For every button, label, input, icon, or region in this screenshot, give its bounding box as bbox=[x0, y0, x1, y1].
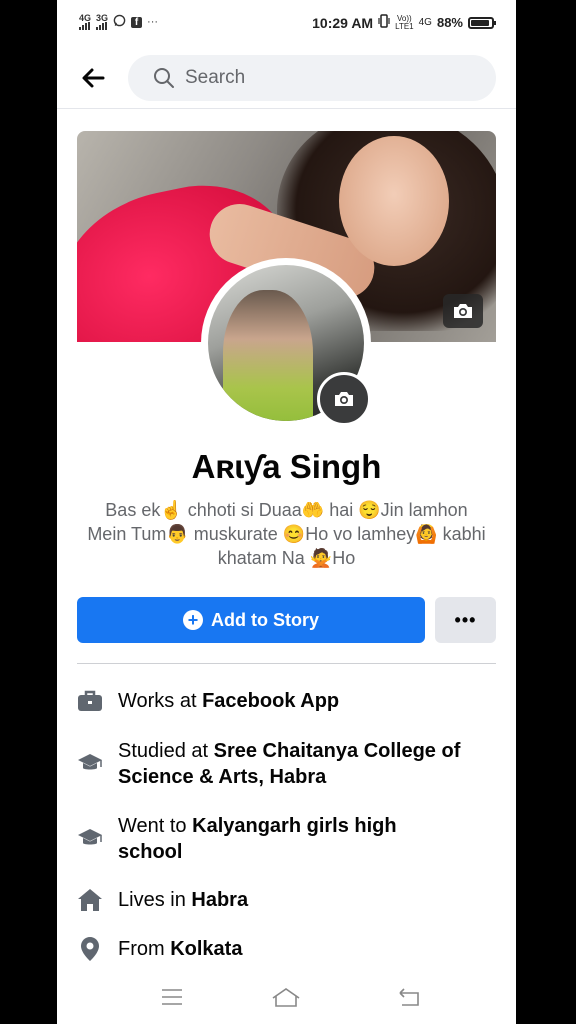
info-value: Kolkata bbox=[170, 938, 243, 960]
info-row-work[interactable]: Works at Facebook App bbox=[77, 688, 496, 714]
battery-icon bbox=[468, 16, 496, 29]
home-icon bbox=[77, 887, 103, 913]
info-row-lives[interactable]: Lives in Habra bbox=[77, 887, 496, 913]
network-type: 4G bbox=[418, 16, 432, 28]
graduation-cap-icon bbox=[77, 825, 103, 851]
vibrate-icon bbox=[378, 14, 390, 31]
menu-icon[interactable] bbox=[157, 982, 187, 1012]
signal-sim2-icon: 3G bbox=[96, 14, 108, 30]
search-bar[interactable]: Search bbox=[128, 55, 496, 101]
graduation-cap-icon bbox=[77, 750, 103, 776]
info-prefix: Works at bbox=[118, 690, 203, 712]
add-to-story-label: Add to Story bbox=[211, 609, 319, 630]
info-row-college[interactable]: Studied at Sree Chaitanya College of Sci… bbox=[77, 738, 496, 790]
briefcase-icon bbox=[77, 688, 103, 714]
divider bbox=[77, 663, 496, 664]
info-prefix: Went to bbox=[118, 815, 193, 837]
volte-bottom: LTE1 bbox=[395, 21, 414, 31]
info-value: Facebook App bbox=[202, 690, 340, 712]
clock: 10:29 AM bbox=[312, 14, 374, 31]
system-nav-bar bbox=[57, 970, 516, 1024]
more-options-button[interactable]: ••• bbox=[435, 597, 496, 643]
home-nav-icon[interactable] bbox=[271, 982, 301, 1012]
status-bar: 4G 3G f ··· 10:29 AM Vo)) LTE1 4G 88% bbox=[57, 0, 516, 48]
plus-circle-icon: + bbox=[183, 610, 203, 630]
battery-level bbox=[471, 19, 489, 26]
top-bar: Search bbox=[57, 50, 516, 109]
info-row-school[interactable]: Went to Kalyangarh girls high school bbox=[77, 813, 496, 865]
search-placeholder: Search bbox=[185, 67, 246, 88]
edit-cover-camera-icon[interactable] bbox=[443, 294, 483, 328]
back-nav-icon[interactable] bbox=[393, 982, 423, 1012]
more-options-icon: ••• bbox=[454, 609, 477, 630]
battery-percent: 88% bbox=[436, 15, 463, 30]
facebook-notification-icon: f bbox=[131, 16, 143, 28]
back-arrow-icon[interactable] bbox=[79, 64, 107, 92]
info-prefix: Studied at bbox=[118, 740, 214, 762]
sim1-label: 4G bbox=[79, 13, 92, 23]
location-pin-icon bbox=[77, 936, 103, 962]
info-row-from[interactable]: From Kolkata bbox=[77, 936, 496, 962]
edit-profile-picture-camera-icon[interactable] bbox=[317, 372, 371, 426]
phone-screen: 4G 3G f ··· 10:29 AM Vo)) LTE1 4G 88% Se… bbox=[57, 0, 516, 1024]
info-value: Habra bbox=[191, 889, 249, 911]
signal-sim1-icon: 4G bbox=[79, 14, 91, 30]
info-prefix: Lives in bbox=[118, 889, 192, 911]
more-notifications: ··· bbox=[147, 16, 159, 28]
info-prefix: From bbox=[118, 938, 171, 960]
profile-bio: Bas ek☝ chhoti si Duaa🤲 hai 😌Jin lamhon … bbox=[87, 500, 486, 568]
profile-name: Aʀɩƴa Singh bbox=[191, 448, 382, 485]
search-icon bbox=[154, 68, 174, 88]
volte-indicator: Vo)) LTE1 bbox=[395, 14, 414, 31]
whatsapp-icon bbox=[113, 14, 126, 30]
sim2-label: 3G bbox=[96, 13, 109, 23]
add-to-story-button[interactable]: + Add to Story bbox=[77, 597, 425, 643]
